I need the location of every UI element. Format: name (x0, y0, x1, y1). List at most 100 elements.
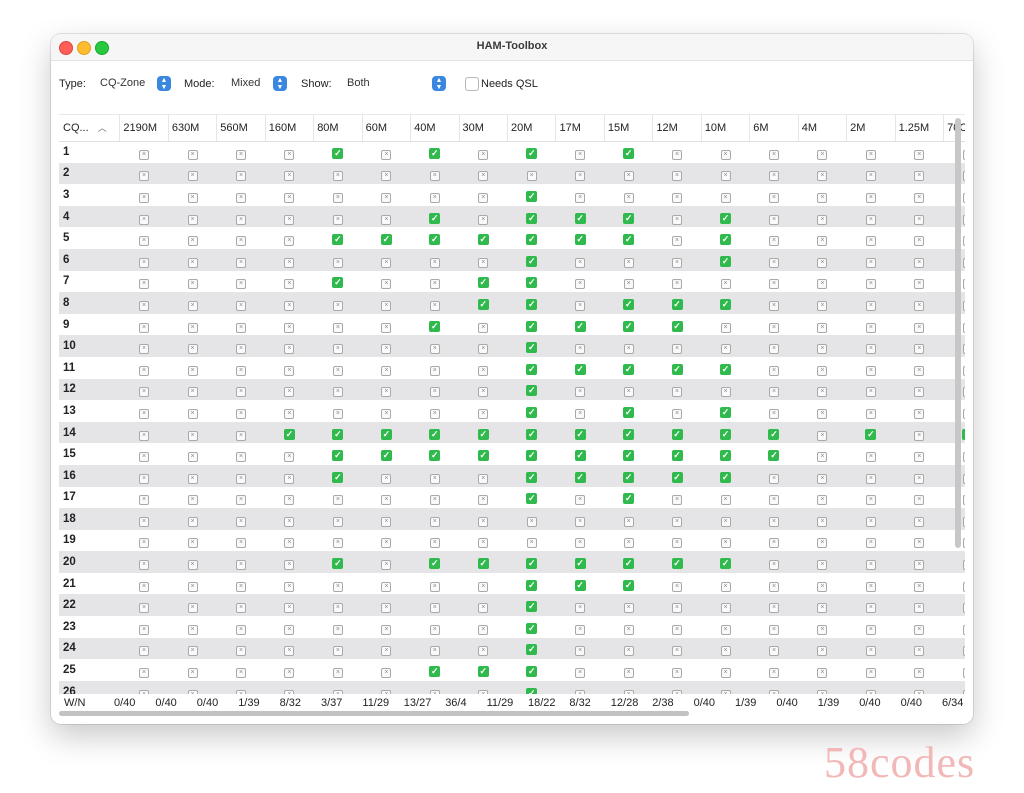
vertical-scrollbar[interactable] (955, 118, 961, 548)
band-status-cell: × (120, 400, 168, 422)
x-box-icon: × (720, 387, 731, 398)
band-status-cell: × (120, 141, 168, 163)
x-box-icon: × (187, 279, 198, 290)
band-status-cell: × (217, 616, 265, 638)
column-header-band[interactable]: 40M (410, 115, 460, 142)
x-box-icon: × (139, 192, 150, 203)
table-row[interactable]: 12××××××××✓×××××××××××× (59, 378, 965, 401)
column-header-band[interactable]: 15M (604, 115, 654, 142)
table-row[interactable]: 10××××××××✓×××××××××××× (59, 335, 965, 357)
column-header-band[interactable]: 10M (701, 115, 751, 142)
band-status-cell: × (168, 508, 216, 530)
x-box-icon: × (865, 452, 876, 463)
mode-stepper-icon[interactable]: ▲ ▼ (273, 76, 287, 91)
band-status-cell: × (362, 163, 410, 185)
footer-value: 36/4 (445, 697, 467, 709)
needs-qsl-checkbox[interactable] (465, 77, 479, 91)
x-box-icon: × (381, 171, 392, 182)
table-row[interactable]: 5××××✓✓✓✓✓✓✓×✓×××××××× (59, 227, 965, 249)
column-header-band[interactable]: 60M (362, 115, 412, 142)
column-header-band[interactable]: 17M (555, 115, 605, 142)
x-box-icon: × (817, 495, 828, 506)
column-header-zone[interactable]: CQ... ︿ (59, 115, 121, 142)
table-row[interactable]: 20××××✓×✓✓✓✓✓✓✓×××××××× (59, 551, 965, 573)
table-row[interactable]: 18××××××××××××××××××××× (59, 508, 965, 530)
zone-cell: 6 (63, 253, 70, 266)
band-status-cell: × (895, 400, 943, 422)
table-row[interactable]: 7××××✓××✓✓×××××××××××× (59, 271, 965, 293)
footer-value: 8/32 (279, 697, 302, 709)
checkmark-icon: ✓ (720, 558, 732, 570)
band-status-cell: × (265, 184, 313, 206)
table-row[interactable]: 25××××××✓✓✓×××××××××××× (59, 659, 965, 681)
column-header-band[interactable]: 1.25M (895, 115, 945, 142)
table-row[interactable]: 23××××××××✓×××××××××××× (59, 616, 965, 638)
column-header-band[interactable]: 630M (168, 115, 218, 142)
checkmark-icon: ✓ (477, 277, 489, 289)
show-stepper-icon[interactable]: ▲ ▼ (432, 76, 446, 91)
band-status-cell: × (701, 141, 749, 163)
table-row[interactable]: 16××××✓×××✓✓✓✓✓×××××××× (59, 464, 965, 487)
table-row[interactable]: 8×××××××✓✓×✓✓✓×××××××× (59, 292, 965, 314)
column-header-band[interactable]: 160M (265, 115, 315, 142)
zone-cell: 7 (63, 275, 70, 288)
band-status-cell: × (459, 357, 507, 379)
x-box-icon: × (381, 322, 392, 333)
band-status-cell: × (459, 487, 507, 509)
table-row[interactable]: 19××××××××××××××××××××× (59, 530, 965, 552)
band-status-cell: × (217, 141, 265, 163)
type-select[interactable]: CQ-Zone (100, 77, 145, 89)
table-row[interactable]: 3××××××××✓×××××××××××× (59, 184, 965, 206)
zone-cell: 11 (63, 361, 76, 374)
table-row[interactable]: 4××××××✓×✓✓✓×✓×××××××× (59, 205, 965, 228)
table-row[interactable]: 14×××✓✓✓✓✓✓✓✓✓✓✓×✓×✓××✓ (59, 421, 965, 444)
band-status-cell: × (217, 465, 265, 487)
checkmark-icon: ✓ (477, 428, 489, 440)
table-row[interactable]: 11××××××××✓✓✓✓✓×××××××✓ (59, 357, 965, 379)
footer-value: 18/22 (528, 697, 556, 709)
x-box-icon: × (575, 624, 586, 635)
table-row[interactable]: 6××××××××✓×××✓×××××××× (59, 248, 965, 271)
table-row[interactable]: 9××××××✓×✓✓✓✓××××××××× (59, 314, 965, 336)
table-row[interactable]: 2××××××××××××××××××××× (59, 162, 965, 185)
band-status-cell: × (895, 314, 943, 336)
table-row[interactable]: 21××××××××✓✓✓×××××××××✓ (59, 573, 965, 595)
column-header-band[interactable]: 6M (749, 115, 799, 142)
x-box-icon: × (429, 516, 440, 527)
column-header-band[interactable]: 80M (313, 115, 363, 142)
x-box-icon: × (187, 452, 198, 463)
x-box-icon: × (623, 192, 634, 203)
column-header-band[interactable]: 2M (846, 115, 896, 142)
column-header-band[interactable]: 12M (652, 115, 702, 142)
column-header-band[interactable]: 20M (507, 115, 557, 142)
band-status-cell: ✓ (604, 400, 652, 422)
checkmark-icon: ✓ (962, 428, 965, 440)
show-select[interactable]: Both (347, 77, 370, 89)
table-row[interactable]: 13××××××××✓×✓×✓×××××××× (59, 400, 965, 422)
x-box-icon: × (962, 452, 965, 463)
column-header-band[interactable]: 30M (459, 115, 509, 142)
column-header-band[interactable]: 4M (798, 115, 848, 142)
band-status-cell: × (895, 184, 943, 206)
band-status-cell: ✓ (411, 422, 459, 444)
table-row[interactable]: 1××××✓×✓×✓×✓×××××××××× (59, 141, 965, 163)
band-status-cell: × (847, 357, 895, 379)
type-stepper-icon[interactable]: ▲ ▼ (157, 76, 171, 91)
column-header-band[interactable]: 560M (216, 115, 266, 142)
band-status-cell: × (847, 163, 895, 185)
band-status-cell: × (944, 616, 965, 638)
x-box-icon: × (478, 257, 489, 268)
band-status-cell: × (217, 314, 265, 336)
x-box-icon: × (478, 603, 489, 614)
x-box-icon: × (817, 538, 828, 549)
table-row[interactable]: 22××××××××✓×××××××××××✓ (59, 594, 965, 617)
band-status-cell: × (459, 573, 507, 595)
x-box-icon: × (914, 560, 925, 571)
table-row[interactable]: 17××××××××✓×✓×××××××××× (59, 487, 965, 509)
table-row[interactable]: 15××××✓✓✓✓✓✓✓✓✓✓××××××✓ (59, 443, 965, 465)
table-row[interactable]: 24××××××××✓×××××××××××× (59, 637, 965, 660)
column-header-band[interactable]: 2190M (119, 115, 169, 142)
horizontal-scrollbar[interactable] (59, 711, 689, 716)
mode-select[interactable]: Mixed (231, 77, 260, 89)
x-box-icon: × (478, 365, 489, 376)
